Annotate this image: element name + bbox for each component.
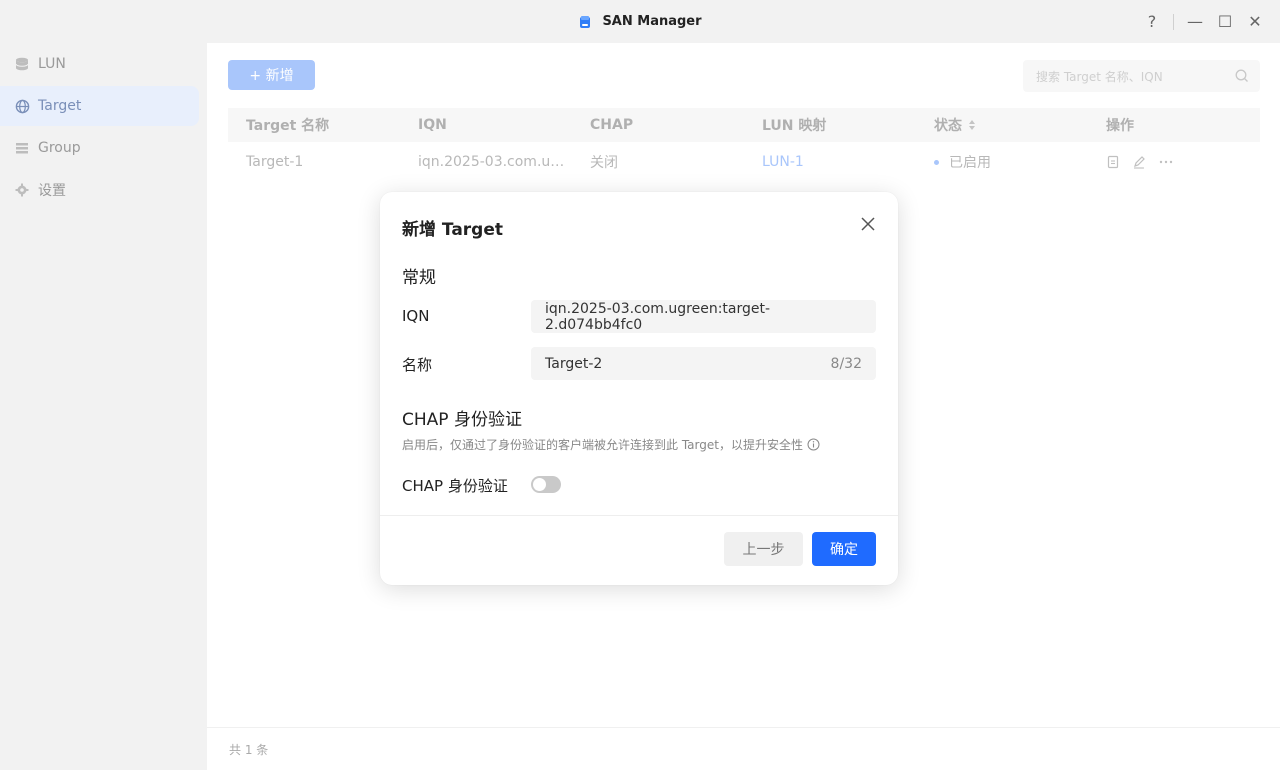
window-title: SAN Manager — [602, 14, 702, 29]
table-row[interactable]: Target-1 iqn.2025-03.com.ugreen:target-1… — [228, 142, 1260, 182]
gear-icon — [14, 182, 30, 198]
total-count: 共 1 条 — [229, 742, 269, 757]
search-input[interactable]: 搜索 Target 名称、IQN — [1023, 60, 1260, 92]
list-icon — [14, 140, 30, 156]
sidebar-item-group[interactable]: Group — [0, 128, 199, 168]
cell-lun: LUN-1 — [744, 154, 916, 170]
add-target-button[interactable]: + 新增 — [228, 60, 315, 90]
confirm-button[interactable]: 确定 — [812, 532, 876, 566]
name-char-counter: 8/32 — [830, 355, 862, 372]
more-icon[interactable] — [1158, 155, 1174, 169]
sort-icon[interactable] — [968, 119, 976, 131]
name-label: 名称 — [402, 356, 433, 374]
sidebar-item-label: LUN — [38, 56, 66, 72]
toolbar: + 新增 搜索 Target 名称、IQN — [228, 60, 1260, 92]
name-field[interactable]: Target-2 8/32 — [531, 347, 876, 380]
previous-step-button[interactable]: 上一步 — [724, 532, 803, 566]
maximize-icon[interactable]: ☐ — [1210, 7, 1240, 37]
cell-iqn: iqn.2025-03.com.ugreen:target-1… — [400, 154, 572, 170]
chap-toggle-label: CHAP 身份验证 — [402, 477, 508, 495]
sidebar-item-label: Group — [38, 140, 81, 156]
divider — [1173, 13, 1174, 30]
table-header: Target 名称 IQN CHAP LUN 映射 状态 操作 — [228, 108, 1260, 142]
sidebar-item-lun[interactable]: LUN — [0, 44, 199, 84]
column-header-name: Target 名称 — [246, 118, 330, 134]
cell-actions — [1088, 155, 1260, 169]
close-window-icon[interactable]: ✕ — [1240, 7, 1270, 37]
sidebar-item-label: 设置 — [38, 183, 66, 199]
cell-iqn-text: iqn.2025-03.com.ugreen:target-1… — [418, 154, 572, 170]
globe-icon — [14, 98, 30, 114]
minimize-icon[interactable]: — — [1180, 7, 1210, 37]
divider — [380, 515, 898, 516]
column-header-lun: LUN 映射 — [762, 118, 827, 134]
chap-hint-text: 启用后，仅通过了身份验证的客户端被允许连接到此 Target，以提升安全性 — [402, 438, 803, 452]
column-header-chap: CHAP — [590, 117, 634, 133]
info-icon[interactable] — [807, 438, 820, 451]
app-title: SAN Manager — [0, 0, 1280, 43]
add-target-dialog: 新增 Target 常规 IQN iqn.2025-03.com.ugreen:… — [380, 192, 898, 585]
sidebar: LUN Target Group 设置 — [0, 43, 207, 770]
app-icon — [580, 15, 591, 28]
cell-chap: 关闭 — [590, 155, 618, 171]
database-icon — [14, 56, 30, 72]
cell-name: Target-1 — [246, 154, 304, 170]
table-footer: 共 1 条 — [207, 727, 1280, 770]
column-header-iqn: IQN — [418, 117, 447, 133]
title-bar: SAN Manager ? — ☐ ✕ — [0, 0, 1280, 43]
close-icon[interactable] — [858, 214, 878, 234]
name-value: Target-2 — [545, 355, 603, 372]
window-controls: ? — ☐ ✕ — [1137, 0, 1270, 43]
sidebar-item-settings[interactable]: 设置 — [0, 170, 199, 210]
search-icon[interactable] — [1234, 68, 1250, 84]
details-icon[interactable] — [1106, 155, 1120, 169]
status-badge: 已启用 — [949, 155, 991, 171]
chap-toggle[interactable] — [531, 476, 561, 493]
help-icon[interactable]: ? — [1137, 7, 1167, 37]
edit-icon[interactable] — [1132, 155, 1146, 169]
status-dot — [934, 159, 939, 165]
chap-hint: 启用后，仅通过了身份验证的客户端被允许连接到此 Target，以提升安全性 — [402, 436, 820, 453]
target-table: Target 名称 IQN CHAP LUN 映射 状态 操作 Target-1… — [228, 108, 1260, 182]
toggle-knob — [533, 478, 546, 491]
iqn-label: IQN — [402, 307, 430, 325]
iqn-field[interactable]: iqn.2025-03.com.ugreen:target-2.d074bb4f… — [531, 300, 876, 333]
cell-status: 已启用 — [916, 152, 1088, 172]
section-chap-title: CHAP 身份验证 — [402, 410, 522, 430]
column-header-actions: 操作 — [1106, 118, 1134, 134]
dialog-title: 新增 Target — [402, 220, 504, 240]
section-general-title: 常规 — [402, 268, 436, 288]
sidebar-item-target[interactable]: Target — [0, 86, 199, 126]
search-placeholder: 搜索 Target 名称、IQN — [1036, 69, 1163, 84]
iqn-value: iqn.2025-03.com.ugreen:target-2.d074bb4f… — [545, 300, 771, 333]
sidebar-item-label: Target — [38, 98, 82, 114]
lun-link[interactable]: LUN-1 — [762, 154, 804, 170]
column-header-status[interactable]: 状态 — [916, 115, 1088, 135]
column-header-status-label: 状态 — [934, 118, 962, 134]
